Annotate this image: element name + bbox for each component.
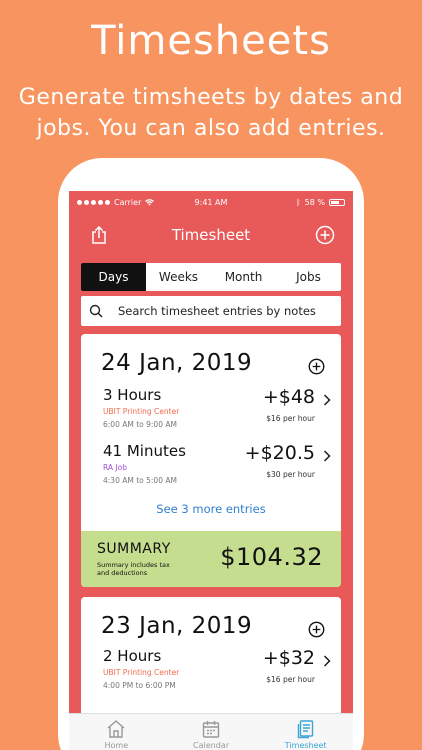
home-icon bbox=[107, 720, 125, 738]
phone-frame: Carrier 9:41 AM ᛒ 58 % Timesheet Days We… bbox=[58, 158, 364, 750]
share-icon[interactable] bbox=[89, 225, 109, 245]
tab-calendar[interactable]: Calendar bbox=[164, 714, 259, 750]
tab-label: Timesheet bbox=[284, 741, 327, 750]
timesheet-icon bbox=[297, 720, 313, 739]
status-bar: Carrier 9:41 AM ᛒ 58 % bbox=[69, 191, 353, 213]
nav-bar: Timesheet bbox=[69, 213, 353, 257]
view-segmented-control: Days Weeks Month Jobs bbox=[81, 263, 341, 291]
add-entry-icon[interactable] bbox=[308, 621, 325, 638]
chevron-right-icon bbox=[324, 394, 331, 406]
bluetooth-icon: ᛒ bbox=[295, 197, 301, 207]
add-entry-icon[interactable] bbox=[308, 358, 325, 375]
card-date: 23 Jan, 2019 bbox=[101, 613, 253, 639]
summary-note: Summary includes tax and deductions bbox=[97, 561, 170, 577]
battery-percent: 58 % bbox=[304, 197, 325, 207]
status-right: ᛒ 58 % bbox=[296, 198, 345, 207]
tab-home[interactable]: Home bbox=[69, 714, 164, 750]
tab-label: Calendar bbox=[193, 741, 229, 750]
entry-amount: +$32 bbox=[262, 647, 315, 669]
battery-icon bbox=[329, 198, 345, 206]
segment-weeks[interactable]: Weeks bbox=[146, 263, 211, 291]
app-screen: Carrier 9:41 AM ᛒ 58 % Timesheet Days We… bbox=[69, 191, 353, 750]
segment-days[interactable]: Days bbox=[81, 263, 146, 291]
entry-row[interactable]: 3 Hours UBIT Printing Center 6:00 AM to … bbox=[81, 384, 341, 440]
search-icon bbox=[89, 304, 103, 318]
tab-bar: Home Calendar Timesheet bbox=[69, 713, 353, 750]
search-input[interactable]: Search timesheet entries by notes bbox=[118, 304, 316, 318]
promo-title: Timesheets bbox=[91, 18, 331, 64]
plus-circle-icon[interactable] bbox=[315, 225, 335, 245]
entry-rate: $16 per hour bbox=[266, 675, 315, 684]
entry-amount: +$48 bbox=[262, 386, 315, 408]
chevron-right-icon bbox=[324, 450, 331, 462]
nav-title: Timesheet bbox=[171, 226, 251, 244]
day-card: 24 Jan, 2019 3 Hours UBIT Printing Cente… bbox=[81, 334, 341, 587]
segment-month[interactable]: Month bbox=[211, 263, 276, 291]
signal-icon bbox=[77, 199, 110, 205]
chevron-right-icon bbox=[324, 655, 331, 667]
tab-timesheet[interactable]: Timesheet bbox=[258, 714, 353, 750]
entry-row[interactable]: 41 Minutes RA Job 4:30 AM to 5:00 AM +$2… bbox=[81, 440, 341, 496]
see-more-link[interactable]: See 3 more entries bbox=[81, 496, 341, 531]
search-bar[interactable]: Search timesheet entries by notes bbox=[81, 296, 341, 326]
wifi-icon bbox=[145, 198, 155, 206]
summary-total: $104.32 bbox=[220, 543, 323, 571]
segment-jobs[interactable]: Jobs bbox=[276, 263, 341, 291]
entry-rate: $16 per hour bbox=[266, 414, 315, 423]
summary-bar: SUMMARY Summary includes tax and deducti… bbox=[81, 531, 341, 587]
tab-label: Home bbox=[104, 741, 129, 750]
entry-amount: +$20.5 bbox=[244, 442, 315, 464]
promo-subtitle: Generate timsheets by dates and jobs. Yo… bbox=[18, 85, 404, 141]
carrier-label: Carrier bbox=[114, 197, 142, 207]
day-card: 23 Jan, 2019 2 Hours UBIT Printing Cente… bbox=[81, 597, 341, 725]
card-date: 24 Jan, 2019 bbox=[101, 350, 253, 376]
calendar-icon bbox=[202, 721, 220, 738]
entry-rate: $30 per hour bbox=[266, 470, 315, 479]
summary-label: SUMMARY bbox=[97, 541, 171, 557]
